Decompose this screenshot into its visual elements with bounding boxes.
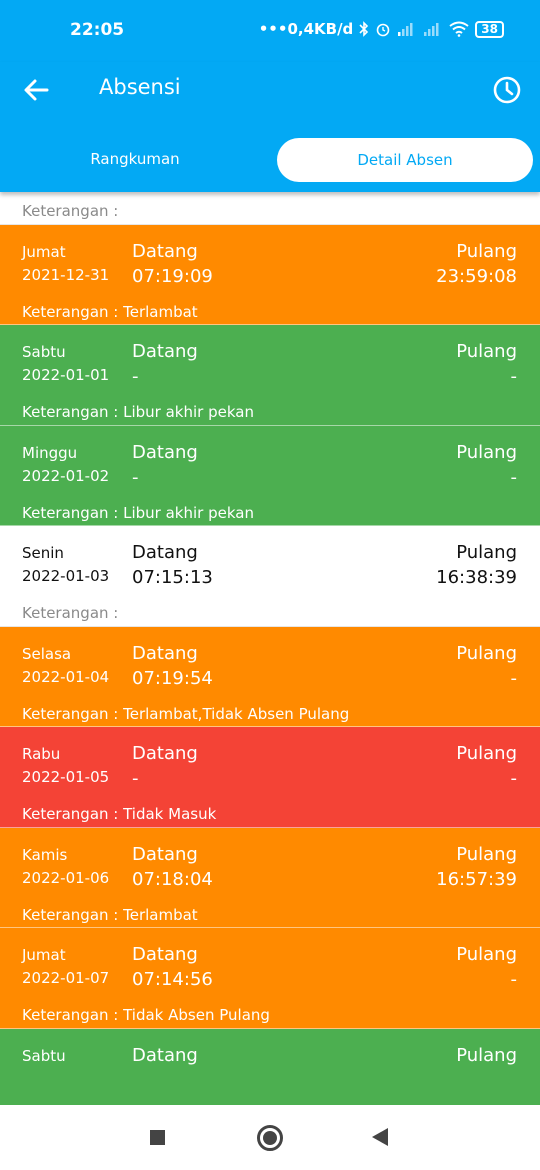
attendance-row[interactable]: Senin 2022-01-03 Datang 07:15:13 Pulang 16:38… (0, 526, 540, 627)
row-date: 2022-01-03 (22, 567, 110, 585)
row-datang-label: Datang (132, 542, 198, 563)
row-time-in: 07:19:54 (132, 667, 213, 689)
attendance-row[interactable]: Kamis2021-12-30Datang07:13:11Pulang17:19… (0, 192, 540, 225)
row-pulang-label: Pulang (456, 1044, 517, 1066)
row-date: 2022-01-06 (22, 868, 110, 887)
row-pulang-label: Pulang (456, 240, 517, 262)
wifi-icon (449, 21, 469, 37)
bluetooth-icon (359, 21, 369, 37)
attendance-row[interactable]: Jumat 2022-01-07 Datang 07:14:56 Pulang - Kete… (0, 928, 540, 1029)
row-date: 2022-01-01 (22, 366, 110, 384)
row-keterangan: Keterangan : Terlambat (22, 905, 198, 924)
row-time-in: 07:19:09 (132, 265, 213, 287)
row-time-in: - (132, 768, 139, 789)
arrow-left-icon (24, 79, 49, 101)
row-pulang-label: Pulang (456, 743, 517, 764)
back-button[interactable] (20, 72, 60, 108)
tab-detail-absen[interactable]: Detail Absen (277, 138, 533, 182)
tab-rangkuman[interactable]: Rangkuman (48, 142, 222, 176)
row-keterangan: Keterangan : Terlambat (22, 302, 198, 321)
row-time-out: 16:38:39 (436, 567, 517, 588)
attendance-list[interactable]: Kamis2021-12-30Datang07:13:11Pulang17:19… (0, 192, 540, 1105)
row-datang-label: Datang (132, 240, 198, 262)
row-day: Rabu (22, 745, 61, 763)
attendance-row[interactable]: Minggu 2022-01-02 Datang - Pulang - Keterangan… (0, 425, 540, 526)
home-button[interactable] (257, 1125, 283, 1151)
attendance-row[interactable]: Selasa 2022-01-04 Datang 07:19:54 Pulang - Ket… (0, 626, 540, 727)
attendance-row[interactable]: Jumat 2021-12-31 Datang 07:19:09 Pulang 23:59… (0, 224, 540, 325)
row-time-out: - (510, 969, 518, 990)
row-pulang-label: Pulang (456, 542, 517, 563)
row-day: Sabtu (22, 343, 66, 361)
row-datang-label: Datang (132, 743, 198, 764)
row-day: Minggu (22, 443, 78, 462)
row-day: Jumat (22, 946, 66, 964)
row-time-out: - (510, 768, 518, 789)
row-time-in: 07:14:56 (132, 969, 213, 990)
row-date: 2021-12-31 (22, 265, 110, 284)
row-day: Kamis (22, 845, 68, 864)
row-pulang-label: Pulang (456, 843, 517, 865)
battery-icon: 38 (475, 20, 504, 38)
row-keterangan: Keterangan : (22, 604, 119, 622)
alarm-icon (376, 23, 390, 37)
row-day: Sabtu (22, 1046, 66, 1065)
row-pulang-label: Pulang (456, 642, 517, 664)
network-speed: •••0,4KB/d (258, 20, 354, 38)
row-time-in: 07:18:04 (132, 868, 213, 890)
row-time-out: - (510, 366, 518, 387)
row-time-out: 23:59:08 (436, 265, 517, 287)
row-pulang-label: Pulang (456, 441, 517, 463)
row-date: 2022-01-02 (22, 466, 110, 485)
recent-apps-button[interactable] (150, 1130, 165, 1145)
signal-icon (398, 23, 413, 36)
system-nav-bar (0, 1105, 540, 1170)
app-bar: Absensi Rangkuman Detail Absen (0, 62, 540, 192)
row-date: 2022-01-05 (22, 768, 110, 786)
row-keterangan: Keterangan : Tidak Absen Pulang (22, 1006, 270, 1024)
row-pulang-label: Pulang (456, 944, 517, 965)
page-title: Absensi (99, 75, 181, 99)
row-time-in: - (132, 366, 139, 387)
system-back-button[interactable] (372, 1128, 388, 1146)
row-pulang-label: Pulang (456, 341, 517, 362)
row-time-out: 16:57:39 (436, 868, 517, 890)
row-datang-label: Datang (132, 642, 198, 664)
row-datang-label: Datang (132, 341, 198, 362)
history-button[interactable] (490, 73, 524, 107)
row-keterangan: Keterangan : Tidak Masuk (22, 805, 217, 823)
row-keterangan: Keterangan : (22, 202, 119, 220)
row-date: 2022-01-07 (22, 969, 110, 987)
row-keterangan: Keterangan : Libur akhir pekan (22, 503, 254, 522)
row-datang-label: Datang (132, 441, 198, 463)
signal-icon-2 (424, 23, 439, 36)
clock-icon (493, 76, 521, 104)
row-time-out: - (510, 667, 518, 689)
row-datang-label: Datang (132, 843, 198, 865)
row-keterangan: Keterangan : Libur akhir pekan (22, 403, 254, 421)
row-day: Jumat (22, 242, 66, 261)
status-time: 22:05 (70, 20, 125, 40)
attendance-row[interactable]: Sabtu Datang Pulang (0, 1028, 540, 1105)
row-day: Selasa (22, 644, 72, 663)
status-icons: •••0,4KB/d 38 (259, 20, 504, 38)
attendance-row[interactable]: Rabu 2022-01-05 Datang - Pulang - Keterangan :… (0, 727, 540, 828)
row-keterangan: Keterangan : Terlambat,Tidak Absen Pulan… (22, 704, 350, 723)
row-time-out: - (510, 466, 518, 488)
attendance-row[interactable]: Sabtu 2022-01-01 Datang - Pulang - Keterangan … (0, 325, 540, 426)
row-date: 2022-01-04 (22, 667, 110, 686)
row-day: Senin (22, 544, 64, 562)
row-time-in: 07:15:13 (132, 567, 213, 588)
attendance-row[interactable]: Kamis 2022-01-06 Datang 07:18:04 Pulang 16:57… (0, 827, 540, 928)
row-datang-label: Datang (132, 944, 198, 965)
row-time-in: - (132, 466, 139, 488)
row-datang-label: Datang (132, 1044, 198, 1066)
status-bar: 22:05 •••0,4KB/d 38 (0, 0, 540, 62)
